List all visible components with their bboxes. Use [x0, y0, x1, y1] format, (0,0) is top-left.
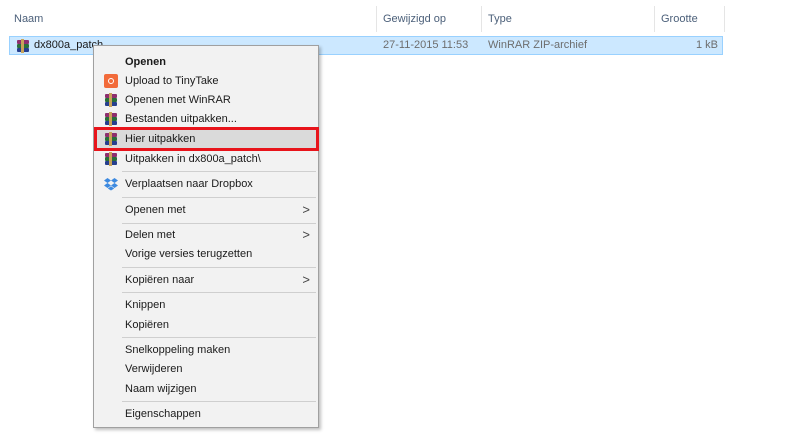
menu-item-create-shortcut[interactable]: Snelkoppeling maken: [96, 340, 316, 360]
menu-item-cut[interactable]: Knippen: [96, 295, 316, 315]
menu-item-label: Vorige versies terugzetten: [125, 248, 253, 260]
winrar-icon: [104, 152, 118, 166]
menu-item-open-with[interactable]: Openen met >: [96, 200, 316, 220]
column-header-size[interactable]: Grootte: [656, 0, 724, 32]
menu-item-extract-to-folder[interactable]: Uitpakken in dx800a_patch\: [96, 149, 316, 169]
menu-item-copy-to[interactable]: Kopiëren naar >: [96, 270, 316, 290]
chevron-right-icon: >: [302, 202, 310, 217]
dropbox-icon: [104, 177, 118, 191]
menu-separator: [122, 337, 316, 338]
menu-item-rename[interactable]: Naam wijzigen: [96, 379, 316, 399]
menu-separator: [122, 223, 316, 224]
menu-item-label: Uitpakken in dx800a_patch\: [125, 153, 261, 165]
column-header-modified[interactable]: Gewijzigd op: [378, 0, 480, 32]
file-size: 1 kB: [695, 39, 718, 51]
column-divider[interactable]: [481, 6, 482, 32]
menu-item-label: Snelkoppeling maken: [125, 344, 231, 356]
tinytake-icon: [104, 74, 118, 88]
menu-item-label: Kopiëren naar: [125, 274, 195, 286]
menu-separator: [122, 401, 316, 402]
menu-item-label: Bestanden uitpakken...: [125, 113, 237, 125]
column-divider[interactable]: [376, 6, 377, 32]
highlight-annotation-box: [94, 127, 319, 151]
menu-item-label: Upload to TinyTake: [125, 75, 219, 87]
menu-separator: [122, 292, 316, 293]
menu-item-copy[interactable]: Kopiëren: [96, 315, 316, 335]
column-divider[interactable]: [654, 6, 655, 32]
chevron-right-icon: >: [302, 272, 310, 287]
column-header-bar: Naam Gewijzigd op Type Grootte: [0, 0, 799, 32]
column-header-type[interactable]: Type: [483, 0, 653, 32]
menu-item-label: Verwijderen: [125, 363, 183, 375]
menu-item-open-with-winrar[interactable]: Openen met WinRAR: [96, 90, 316, 110]
menu-item-properties[interactable]: Eigenschappen: [96, 404, 316, 424]
menu-item-open[interactable]: Openen: [96, 52, 316, 72]
winrar-icon: [104, 112, 118, 126]
column-header-name[interactable]: Naam: [9, 0, 375, 32]
menu-item-extract-files[interactable]: Bestanden uitpakken...: [96, 109, 316, 129]
winrar-archive-icon: [16, 39, 30, 53]
menu-item-label: Kopiëren: [125, 319, 170, 331]
menu-item-label: Delen met: [125, 229, 176, 241]
menu-item-label: Eigenschappen: [125, 408, 201, 420]
file-modified: 27-11-2015 11:53: [383, 39, 469, 51]
column-divider[interactable]: [724, 6, 725, 32]
menu-separator: [122, 171, 316, 172]
menu-separator: [122, 197, 316, 198]
menu-item-label: Verplaatsen naar Dropbox: [125, 178, 253, 190]
menu-item-label: Openen: [125, 56, 166, 68]
menu-item-share-with[interactable]: Delen met >: [96, 225, 316, 245]
menu-separator: [122, 267, 316, 268]
menu-item-label: Openen met WinRAR: [125, 94, 231, 106]
menu-item-upload-tinytake[interactable]: Upload to TinyTake: [96, 71, 316, 91]
menu-item-restore-previous-versions[interactable]: Vorige versies terugzetten: [96, 244, 316, 264]
menu-item-delete[interactable]: Verwijderen: [96, 359, 316, 379]
file-type: WinRAR ZIP-archief: [488, 39, 588, 51]
menu-item-label: Knippen: [125, 299, 166, 311]
menu-item-label: Openen met: [125, 204, 186, 216]
winrar-icon: [104, 93, 118, 107]
menu-item-label: Naam wijzigen: [125, 383, 197, 395]
chevron-right-icon: >: [302, 227, 310, 242]
context-menu: Openen Upload to TinyTake Openen met Win…: [93, 45, 319, 428]
menu-item-move-to-dropbox[interactable]: Verplaatsen naar Dropbox: [96, 174, 316, 194]
